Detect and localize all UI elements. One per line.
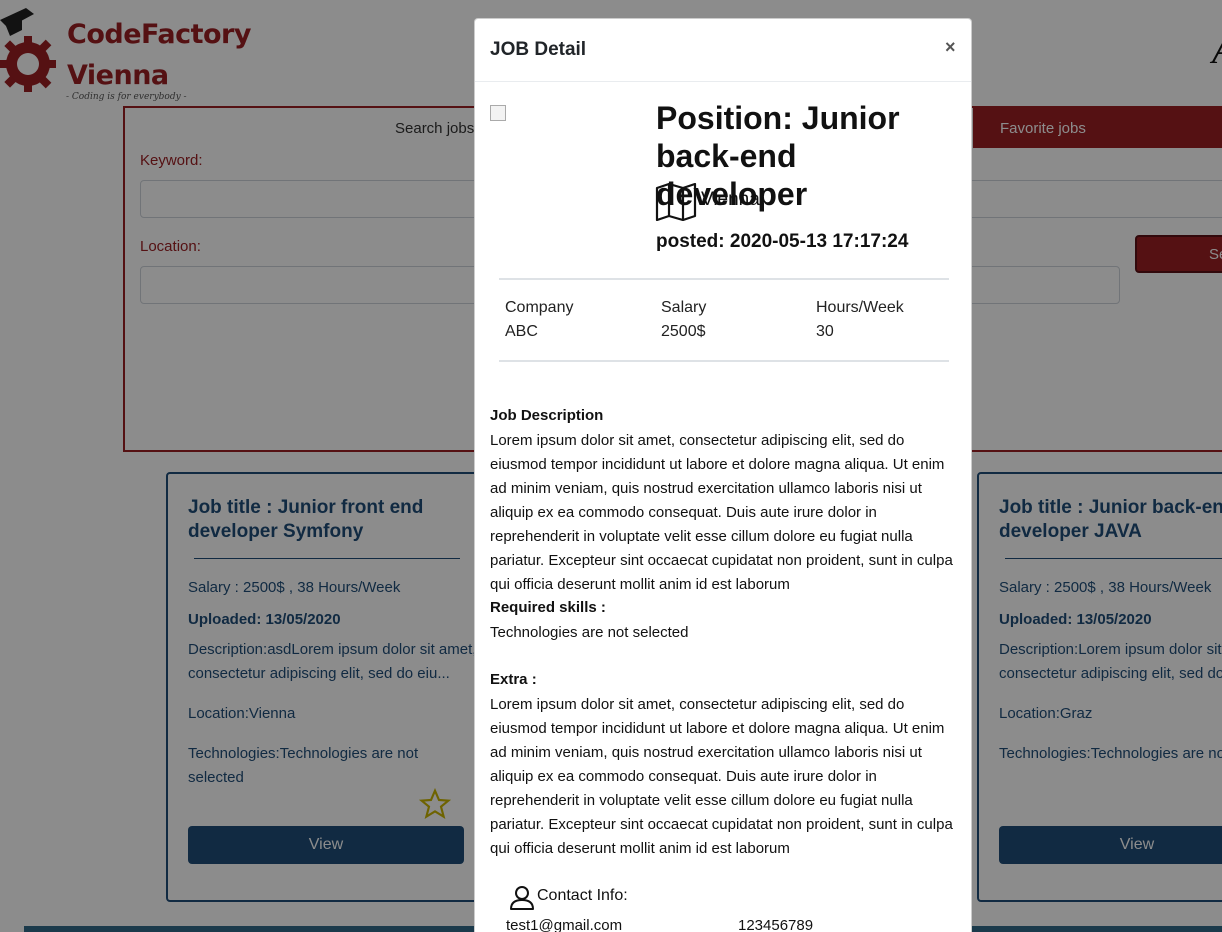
- page: CodeFactory Vienna - Coding is for every…: [0, 0, 1222, 932]
- job-location: Vienna: [701, 189, 760, 210]
- contact-email: test1@gmail.com: [506, 917, 623, 932]
- company-value: ABC: [505, 323, 538, 340]
- contact-info-label: Contact Info:: [537, 887, 628, 904]
- salary-label: Salary: [661, 299, 707, 316]
- company-label: Company: [505, 299, 574, 316]
- job-description-text: Lorem ipsum dolor sit amet, consectetur …: [490, 432, 953, 593]
- close-button[interactable]: ×: [945, 37, 956, 58]
- job-description-title: Job Description: [490, 407, 604, 424]
- extra-title: Extra :: [490, 671, 537, 688]
- salary-value: 2500$: [661, 323, 706, 340]
- required-skills-text: Technologies are not selected: [490, 624, 689, 641]
- divider: [499, 278, 949, 280]
- job-image-placeholder: [490, 105, 506, 121]
- extra-text: Lorem ipsum dolor sit amet, consectetur …: [490, 696, 953, 857]
- map-icon: [655, 183, 697, 221]
- user-icon: [510, 886, 534, 910]
- hours-value: 30: [816, 323, 834, 340]
- hours-label: Hours/Week: [816, 299, 904, 316]
- modal-header: JOB Detail ×: [475, 19, 971, 82]
- modal-title: JOB Detail: [490, 39, 587, 60]
- contact-phone: 123456789: [738, 917, 814, 932]
- job-posted-date: posted: 2020-05-13 17:17:24: [656, 231, 909, 252]
- job-detail-modal: JOB Detail × Position: Junior back-end d…: [474, 18, 972, 932]
- required-skills-title: Required skills :: [490, 599, 606, 616]
- divider: [499, 360, 949, 362]
